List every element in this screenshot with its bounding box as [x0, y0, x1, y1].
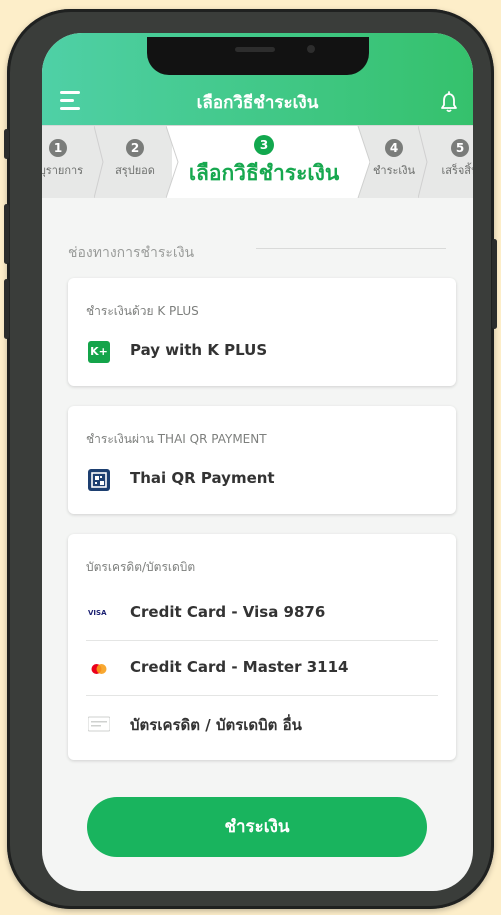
- step-label: ชำระเงิน: [372, 164, 416, 177]
- option-label: Thai QR Payment: [130, 469, 275, 487]
- step-4[interactable]: 4 ชำระเงิน: [368, 126, 420, 198]
- step-number: 5: [451, 139, 469, 157]
- payment-channels-heading: ช่องทางการชำระเงิน: [68, 245, 195, 261]
- visa-icon: VISA: [88, 609, 107, 617]
- page-title: เลือกวิธีชำระเงิน: [196, 93, 319, 113]
- step-label: ะบุรายการ: [42, 164, 84, 177]
- step-number: 1: [49, 139, 67, 157]
- step-5[interactable]: 5 เสร็จสิ้น: [430, 126, 473, 198]
- kplus-heading: ชำระเงินด้วย K PLUS: [86, 304, 199, 318]
- mastercard-icon: [91, 664, 107, 674]
- section-divider: [256, 248, 446, 249]
- side-button-left-1: [4, 129, 9, 159]
- step-label: เลือกวิธีชำระเงิน: [188, 161, 340, 185]
- credit-debit-card: บัตรเครดิต/บัตรเดบิต VISA Credit Card - …: [68, 534, 456, 760]
- kplus-card: ชำระเงินด้วย K PLUS K+ Pay with K PLUS: [68, 278, 456, 386]
- phone-notch: [147, 37, 369, 75]
- thai-qr-payment-option[interactable]: Thai QR Payment: [86, 452, 438, 506]
- option-label: Pay with K PLUS: [130, 341, 268, 359]
- step-1[interactable]: 1 ะบุรายการ: [42, 126, 94, 198]
- option-label: Credit Card - Visa 9876: [130, 603, 326, 621]
- step-divider: [94, 126, 104, 198]
- step-3-active[interactable]: 3 เลือกวิธีชำระเงิน: [172, 126, 356, 198]
- k-plus-icon: K+: [88, 341, 110, 363]
- option-label: บัตรเครดิต / บัตรเดบิต อื่น: [130, 716, 302, 734]
- step-divider: [166, 126, 180, 198]
- checkout-stepper: 1 ะบุรายการ 2 สรุปยอด 3 เลือกวิธีชำระเงิ…: [42, 125, 473, 198]
- thai-qr-heading: ชำระเงินผ่าน THAI QR PAYMENT: [86, 432, 267, 446]
- front-camera: [307, 45, 315, 53]
- pay-button[interactable]: ชำระเงิน: [87, 797, 427, 857]
- speaker-grille: [235, 47, 275, 52]
- visa-card-option[interactable]: VISA Credit Card - Visa 9876: [86, 586, 438, 641]
- side-button-right: [492, 239, 497, 329]
- step-divider: [418, 126, 428, 198]
- side-button-left-3: [4, 279, 9, 339]
- mastercard-option[interactable]: Credit Card - Master 3114: [86, 641, 438, 696]
- phone-screen: เลือกวิธีชำระเงิน 1 ะบุรายการ 2 สรุปยอด …: [42, 33, 473, 891]
- other-card-option[interactable]: บัตรเครดิต / บัตรเดบิต อื่น: [86, 696, 438, 750]
- option-label: Credit Card - Master 3114: [130, 658, 349, 676]
- step-label: เสร็จสิ้น: [441, 164, 473, 177]
- pay-with-kplus-option[interactable]: K+ Pay with K PLUS: [86, 324, 438, 378]
- phone-frame: เลือกวิธีชำระเงิน 1 ะบุรายการ 2 สรุปยอด …: [4, 9, 497, 909]
- step-number: 3: [254, 135, 274, 155]
- bell-icon[interactable]: [440, 91, 458, 113]
- thai-qr-card: ชำระเงินผ่าน THAI QR PAYMENT Thai QR Pay…: [68, 406, 456, 514]
- step-label: สรุปยอด: [115, 164, 155, 177]
- step-number: 4: [385, 139, 403, 157]
- step-number: 2: [126, 139, 144, 157]
- credit-debit-heading: บัตรเครดิต/บัตรเดบิต: [86, 560, 196, 574]
- side-button-left-2: [4, 204, 9, 264]
- generic-card-icon: [88, 716, 110, 732]
- step-2[interactable]: 2 สรุปยอด: [104, 126, 166, 198]
- qr-payment-icon: [88, 469, 110, 491]
